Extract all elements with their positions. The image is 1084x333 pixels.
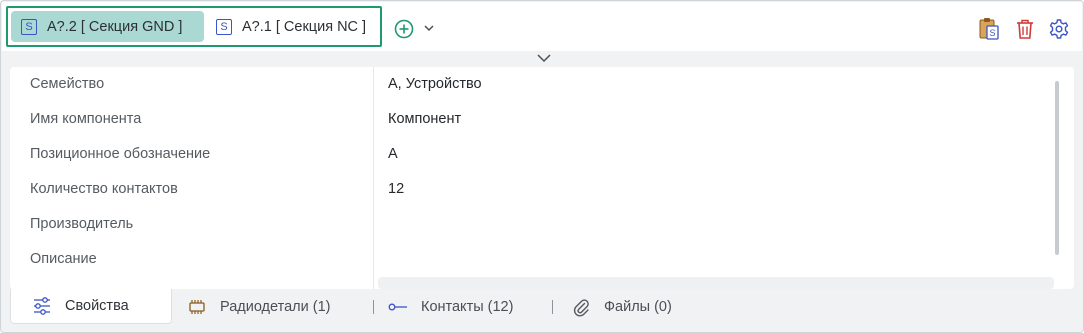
trash-icon[interactable] <box>1014 17 1036 41</box>
clipboard-paste-icon[interactable]: S <box>978 17 1000 41</box>
section-s-icon: S <box>21 18 37 35</box>
property-row-designator[interactable]: Позиционное обозначение A <box>10 137 1050 172</box>
section-s-icon: S <box>216 18 232 35</box>
tab-label: Контакты (12) <box>421 298 514 315</box>
chevron-down-icon[interactable] <box>422 21 436 35</box>
property-value[interactable]: 12 <box>388 181 404 197</box>
property-name: Описание <box>30 251 97 267</box>
tab-pins[interactable]: Контакты (12) <box>387 289 513 324</box>
vertical-scrollbar[interactable] <box>1055 81 1059 255</box>
property-value[interactable]: A <box>388 146 398 162</box>
pin-icon <box>387 296 409 318</box>
tab-label: Файлы (0) <box>604 298 672 315</box>
plus-circle-icon[interactable] <box>394 19 414 39</box>
property-row-manufacturer[interactable]: Производитель <box>10 207 1050 242</box>
tab-components[interactable]: Радиодетали (1) <box>186 289 330 324</box>
property-name: Количество контактов <box>30 181 178 197</box>
property-row-description[interactable]: Описание <box>10 242 1050 277</box>
tab-separator <box>373 300 374 314</box>
horizontal-scrollbar[interactable] <box>378 277 1054 289</box>
section-tab-gnd[interactable]: S A?.2 [ Секция GND ] <box>11 11 204 42</box>
property-name: Позиционное обозначение <box>30 146 211 162</box>
tab-label: Свойства <box>65 298 129 314</box>
tab-files[interactable]: Файлы (0) <box>570 289 672 324</box>
gear-icon[interactable] <box>1048 17 1070 41</box>
bottom-tab-bar: Свойства Радиодетали (1) Контакты (12) Ф… <box>10 289 1074 325</box>
sliders-icon <box>31 295 53 317</box>
section-tab-nc[interactable]: S A?.1 [ Секция NC ] <box>206 11 378 42</box>
properties-table: Семейство A, Устройство Имя компонента К… <box>10 67 1074 289</box>
section-tab-label: A?.2 [ Секция GND ] <box>47 18 183 35</box>
tab-separator <box>552 300 553 314</box>
property-row-family[interactable]: Семейство A, Устройство <box>10 67 1050 102</box>
section-tab-label: A?.1 [ Секция NC ] <box>242 18 367 35</box>
tab-properties[interactable]: Свойства <box>10 289 172 324</box>
property-name: Семейство <box>30 76 105 92</box>
collapse-chevron-icon[interactable] <box>536 52 552 64</box>
property-name: Имя компонента <box>30 111 142 127</box>
property-value[interactable]: A, Устройство <box>388 76 482 92</box>
properties-window: S A?.2 [ Секция GND ] S A?.1 [ Секция NC… <box>0 0 1084 333</box>
property-row-component-name[interactable]: Имя компонента Компонент <box>10 102 1050 137</box>
svg-text:S: S <box>989 28 995 38</box>
property-row-pin-count[interactable]: Количество контактов 12 <box>10 172 1050 207</box>
paperclip-icon <box>570 296 592 318</box>
chip-icon <box>186 296 208 318</box>
section-toolbar: S A?.2 [ Секция GND ] S A?.1 [ Секция NC… <box>2 2 1082 51</box>
property-name: Производитель <box>30 216 134 232</box>
section-tab-group: S A?.2 [ Секция GND ] S A?.1 [ Секция NC… <box>6 6 382 47</box>
tab-label: Радиодетали (1) <box>220 298 331 315</box>
property-value[interactable]: Компонент <box>388 111 461 127</box>
